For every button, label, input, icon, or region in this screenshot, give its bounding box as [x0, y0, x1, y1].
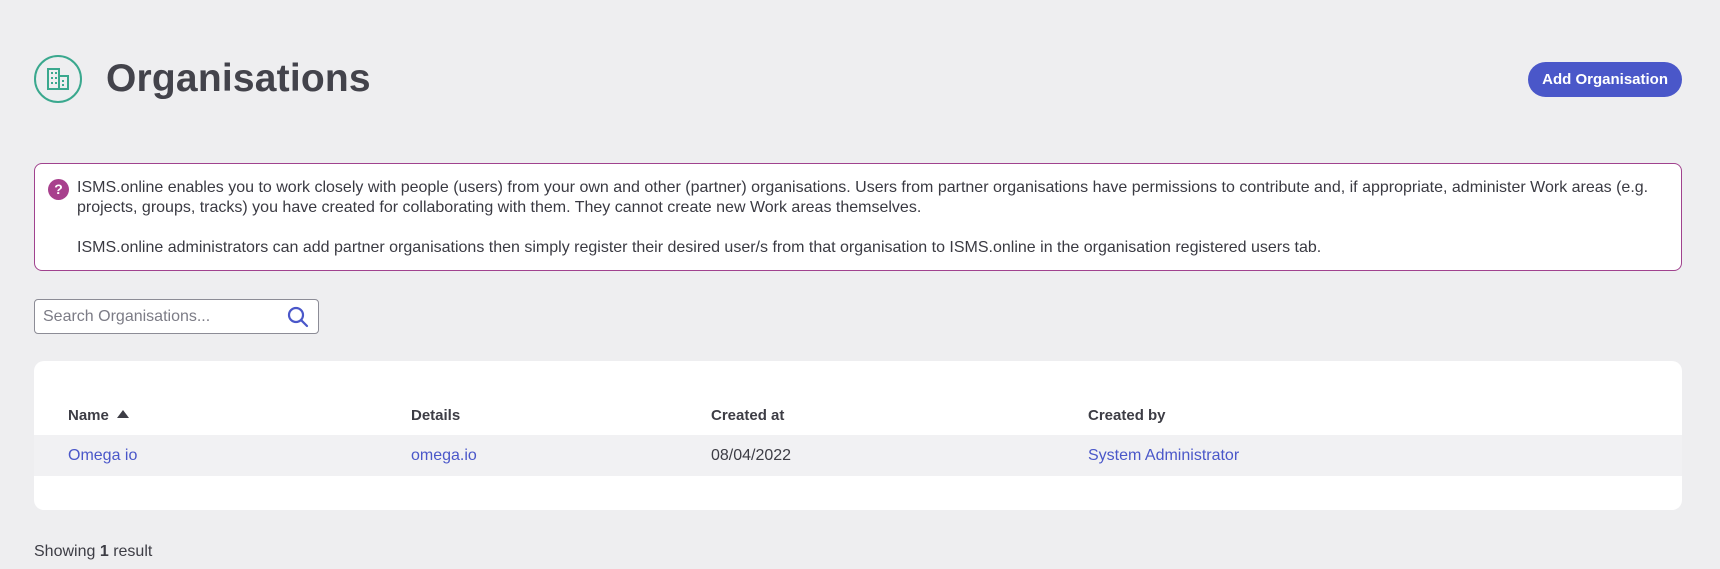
organisation-details-link[interactable]: omega.io: [411, 447, 477, 465]
search-icon[interactable]: [284, 303, 312, 331]
column-header-created-at[interactable]: Created at: [711, 401, 784, 429]
page-title: Organisations: [106, 57, 371, 100]
page-header: Organisations Add Organisation: [34, 51, 1682, 107]
search-box: [34, 299, 319, 334]
organisation-name-link[interactable]: Omega io: [68, 447, 137, 465]
results-count: Showing 1 result: [34, 543, 153, 560]
add-organisation-button[interactable]: Add Organisation: [1528, 61, 1682, 97]
info-banner: ? ISMS.online enables you to work closel…: [34, 163, 1682, 271]
column-header-created-by[interactable]: Created by: [1088, 401, 1166, 429]
table-row[interactable]: Omega io omega.io 08/04/2022 System Admi…: [34, 435, 1682, 476]
column-header-details[interactable]: Details: [411, 401, 460, 429]
column-header-name[interactable]: Name: [68, 401, 129, 429]
building-icon: [34, 55, 82, 103]
organisations-table: Name Details Created at Created by Omega…: [34, 361, 1682, 510]
info-paragraph-2: ISMS.online administrators can add partn…: [77, 239, 1322, 256]
search-input[interactable]: [35, 307, 284, 326]
created-by-link[interactable]: System Administrator: [1088, 447, 1239, 465]
created-at-value: 08/04/2022: [711, 446, 792, 464]
help-icon: ?: [48, 179, 69, 200]
info-paragraph-1: ISMS.online enables you to work closely …: [77, 179, 1649, 216]
table-header: Name Details Created at Created by: [34, 401, 1682, 429]
organisations-page: Organisations Add Organisation ? ISMS.on…: [0, 0, 1720, 569]
sort-ascending-icon: [116, 410, 129, 418]
